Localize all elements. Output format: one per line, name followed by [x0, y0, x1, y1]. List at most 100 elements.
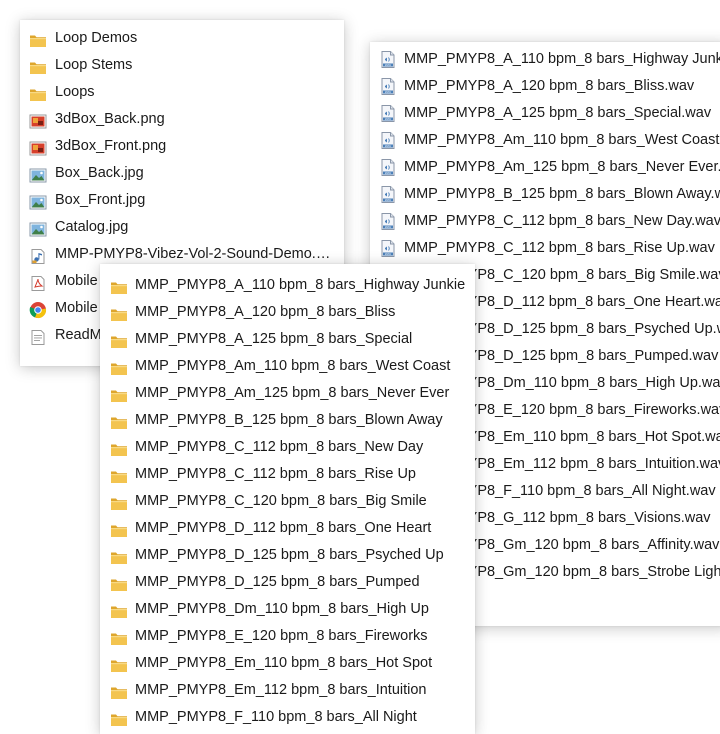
file-list-item[interactable]: Box_Front.jpg	[20, 187, 344, 214]
folder-icon	[110, 386, 128, 402]
wav-file-icon: WAV	[381, 159, 395, 176]
file-list-item[interactable]: Loops	[20, 79, 344, 106]
jpg-image-icon	[29, 166, 47, 183]
folder-icon	[110, 467, 128, 483]
file-list-item[interactable]: Box_Back.jpg	[20, 160, 344, 187]
folder-icon	[110, 494, 128, 510]
wav-file-icon: WAV	[381, 51, 395, 68]
wav-file-item[interactable]: WAV MMP_PMYP8_Am_110 bpm_8 bars_West Coas…	[370, 127, 720, 154]
folder-icon	[110, 602, 128, 618]
svg-text:WAV: WAV	[385, 144, 391, 148]
wav-file-item[interactable]: WAV MMP_PMYP8_A_120 bpm_8 bars_Bliss.wav	[370, 73, 720, 100]
wav-file-item[interactable]: WAV MMP_PMYP8_A_110 bpm_8 bars_Highway Ju…	[370, 46, 720, 73]
folder-item[interactable]: MMP_PMYP8_D_125 bpm_8 bars_Psyched Up	[100, 542, 475, 569]
wav-file-item[interactable]: WAV MMP_PMYP8_Am_125 bpm_8 bars_Never Eve…	[370, 154, 720, 181]
file-list-item-label: Loop Demos	[55, 30, 138, 46]
folder-window: MMP_PMYP8_A_110 bpm_8 bars_Highway Junki…	[100, 264, 475, 734]
jpg-image-icon	[29, 193, 47, 210]
svg-text:WAV: WAV	[385, 90, 391, 94]
folder-item-label: MMP_PMYP8_E_120 bpm_8 bars_Fireworks	[135, 628, 428, 644]
file-list-item[interactable]: Loop Demos	[20, 25, 344, 52]
folder-icon	[110, 413, 128, 429]
folder-item[interactable]: MMP_PMYP8_D_125 bpm_8 bars_Pumped	[100, 569, 475, 596]
folder-item-label: MMP_PMYP8_F_110 bpm_8 bars_All Night	[135, 709, 417, 725]
svg-text:WAV: WAV	[385, 225, 391, 229]
file-list-item-label: 3dBox_Front.png	[55, 138, 167, 154]
folder-item[interactable]: MMP_PMYP8_Am_125 bpm_8 bars_Never Ever	[100, 380, 475, 407]
file-list-item-label: Mobile	[55, 273, 98, 289]
file-list-item[interactable]: Loop Stems	[20, 52, 344, 79]
svg-text:WAV: WAV	[385, 198, 391, 202]
folder-list: MMP_PMYP8_A_110 bpm_8 bars_Highway Junki…	[100, 264, 475, 731]
folder-item[interactable]: MMP_PMYP8_Em_110 bpm_8 bars_Hot Spot	[100, 650, 475, 677]
png-image-icon	[29, 112, 47, 129]
folder-item[interactable]: MMP_PMYP8_Am_110 bpm_8 bars_West Coast	[100, 353, 475, 380]
folder-icon	[110, 548, 128, 564]
folder-item[interactable]: MMP_PMYP8_E_120 bpm_8 bars_Fireworks	[100, 623, 475, 650]
wav-file-icon: WAV	[381, 132, 395, 149]
wav-file-item[interactable]: WAV MMP_PMYP8_A_125 bpm_8 bars_Special.wa…	[370, 100, 720, 127]
svg-text:WAV: WAV	[385, 171, 391, 175]
pdf-file-icon	[29, 274, 47, 291]
folder-item[interactable]: MMP_PMYP8_Dm_110 bpm_8 bars_High Up	[100, 596, 475, 623]
wav-file-item-label: MMP_PMYP8_C_112 bpm_8 bars_New Day.wav	[404, 213, 720, 229]
folder-item[interactable]: MMP_PMYP8_C_120 bpm_8 bars_Big Smile	[100, 488, 475, 515]
folder-icon	[110, 656, 128, 672]
wav-file-icon: WAV	[381, 240, 395, 257]
folder-item-label: MMP_PMYP8_Dm_110 bpm_8 bars_High Up	[135, 601, 429, 617]
file-list-item[interactable]: Catalog.jpg	[20, 214, 344, 241]
wav-file-item[interactable]: WAV MMP_PMYP8_C_112 bpm_8 bars_Rise Up.wa…	[370, 235, 720, 262]
file-list-item-label: 3dBox_Back.png	[55, 111, 165, 127]
folder-icon	[110, 575, 128, 591]
folder-item-label: MMP_PMYP8_Am_110 bpm_8 bars_West Coast	[135, 358, 451, 374]
folder-icon	[29, 58, 47, 74]
wav-file-icon: WAV	[381, 186, 395, 203]
text-file-icon	[29, 328, 47, 345]
wav-file-item-label: MMP_PMYP8_A_125 bpm_8 bars_Special.wav	[404, 105, 712, 121]
jpg-image-icon	[29, 220, 47, 237]
wav-file-item-label: MMP_PMYP8_Am_125 bpm_8 bars_Never Ever.w…	[404, 159, 720, 175]
wav-file-icon: WAV	[381, 213, 395, 230]
file-list-item[interactable]: 3dBox_Back.png	[20, 106, 344, 133]
folder-item-label: MMP_PMYP8_Am_125 bpm_8 bars_Never Ever	[135, 385, 450, 401]
png-image-icon	[29, 139, 47, 156]
wav-file-item[interactable]: WAV MMP_PMYP8_C_112 bpm_8 bars_New Day.wa…	[370, 208, 720, 235]
wav-file-item-label: MMP_PMYP8_C_112 bpm_8 bars_Rise Up.wav	[404, 240, 715, 256]
file-list-item-label: Catalog.jpg	[55, 219, 129, 235]
folder-item-label: MMP_PMYP8_D_125 bpm_8 bars_Pumped	[135, 574, 420, 590]
folder-icon	[110, 359, 128, 375]
folder-item[interactable]: MMP_PMYP8_C_112 bpm_8 bars_Rise Up	[100, 461, 475, 488]
folder-icon	[110, 440, 128, 456]
folder-item-label: MMP_PMYP8_Em_112 bpm_8 bars_Intuition	[135, 682, 427, 698]
wav-file-icon: WAV	[381, 78, 395, 95]
folder-icon	[110, 332, 128, 348]
wav-file-icon: WAV	[381, 105, 395, 122]
folder-icon	[29, 85, 47, 101]
folder-item-label: MMP_PMYP8_A_110 bpm_8 bars_Highway Junki…	[135, 277, 466, 293]
folder-item[interactable]: MMP_PMYP8_D_112 bpm_8 bars_One Heart	[100, 515, 475, 542]
audio-file-icon	[29, 247, 47, 264]
wav-file-item-label: MMP_PMYP8_A_120 bpm_8 bars_Bliss.wav	[404, 78, 695, 94]
folder-icon	[110, 305, 128, 321]
wav-file-item[interactable]: WAV MMP_PMYP8_B_125 bpm_8 bars_Blown Away…	[370, 181, 720, 208]
folder-item-label: MMP_PMYP8_C_112 bpm_8 bars_Rise Up	[135, 466, 417, 482]
folder-item-label: MMP_PMYP8_C_112 bpm_8 bars_New Day	[135, 439, 424, 455]
folder-item[interactable]: MMP_PMYP8_A_125 bpm_8 bars_Special	[100, 326, 475, 353]
folder-item[interactable]: MMP_PMYP8_A_120 bpm_8 bars_Bliss	[100, 299, 475, 326]
folder-item-label: MMP_PMYP8_B_125 bpm_8 bars_Blown Away	[135, 412, 443, 428]
folder-item-label: MMP_PMYP8_C_120 bpm_8 bars_Big Smile	[135, 493, 427, 509]
folder-item[interactable]: MMP_PMYP8_B_125 bpm_8 bars_Blown Away	[100, 407, 475, 434]
chrome-icon	[29, 301, 47, 319]
folder-item-label: MMP_PMYP8_A_120 bpm_8 bars_Bliss	[135, 304, 396, 320]
file-list-item[interactable]: 3dBox_Front.png	[20, 133, 344, 160]
folder-icon	[110, 629, 128, 645]
folder-item[interactable]: MMP_PMYP8_Em_112 bpm_8 bars_Intuition	[100, 677, 475, 704]
folder-icon	[110, 278, 128, 294]
folder-item[interactable]: MMP_PMYP8_F_110 bpm_8 bars_All Night	[100, 704, 475, 731]
wav-file-item-label: MMP_PMYP8_B_125 bpm_8 bars_Blown Away.wa…	[404, 186, 720, 202]
folder-item[interactable]: MMP_PMYP8_C_112 bpm_8 bars_New Day	[100, 434, 475, 461]
folder-icon	[110, 683, 128, 699]
wav-file-item-label: MMP_PMYP8_A_110 bpm_8 bars_Highway Junki…	[404, 51, 720, 67]
file-list-item-label: Box_Back.jpg	[55, 165, 144, 181]
folder-item[interactable]: MMP_PMYP8_A_110 bpm_8 bars_Highway Junki…	[100, 272, 475, 299]
